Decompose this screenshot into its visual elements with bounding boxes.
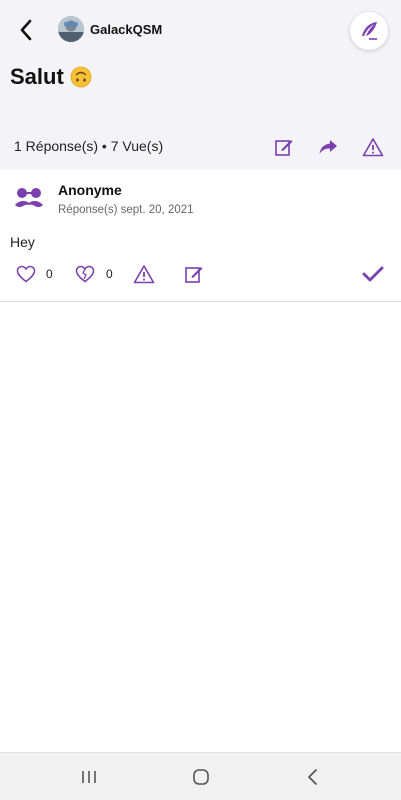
edit-icon [185,267,203,283]
edit-post-button[interactable] [273,136,295,158]
reply-meta: Réponse(s) sept. 20, 2021 [58,204,194,216]
report-post-button[interactable] [362,136,384,158]
post-title: Salut [10,64,92,90]
accept-reply-button[interactable] [362,262,384,286]
recent-apps-button[interactable] [77,765,101,789]
back-icon [308,769,317,785]
like-count: 0 [46,267,53,281]
edit-reply-button[interactable] [184,262,204,286]
home-button[interactable] [189,765,213,789]
post-stats: 1 Réponse(s) • 7 Vue(s) [14,138,164,154]
back-arrow-icon [20,19,32,41]
back-button[interactable] [14,16,38,44]
feather-quill-icon [362,22,377,40]
share-post-button[interactable] [317,136,339,158]
upside-down-face-emoji-icon [70,66,92,88]
compose-button[interactable] [350,12,388,50]
broken-heart-icon [75,265,95,283]
system-navigation-bar [0,752,401,800]
reply-author: Anonyme [58,182,122,198]
reply-card: Anonyme Réponse(s) sept. 20, 2021 Hey 0 … [0,170,401,302]
share-icon [319,140,337,154]
system-back-button[interactable] [301,765,325,789]
heart-icon [16,265,36,283]
home-icon [193,769,209,785]
dislike-button[interactable]: 0 [74,262,113,286]
recent-apps-icon [82,771,96,783]
anonymous-mustache-glasses-icon [15,188,43,208]
reply-text: Hey [10,234,35,250]
edit-icon [275,140,293,156]
username[interactable]: GalackQSM [90,22,162,37]
warning-icon [133,265,155,284]
dislike-count: 0 [106,267,113,281]
post-title-text: Salut [10,64,64,89]
report-warning-icon [362,138,384,157]
checkmark-icon [362,266,384,282]
user-avatar[interactable] [58,16,84,42]
like-button[interactable]: 0 [16,262,53,286]
report-reply-button[interactable] [133,262,155,286]
